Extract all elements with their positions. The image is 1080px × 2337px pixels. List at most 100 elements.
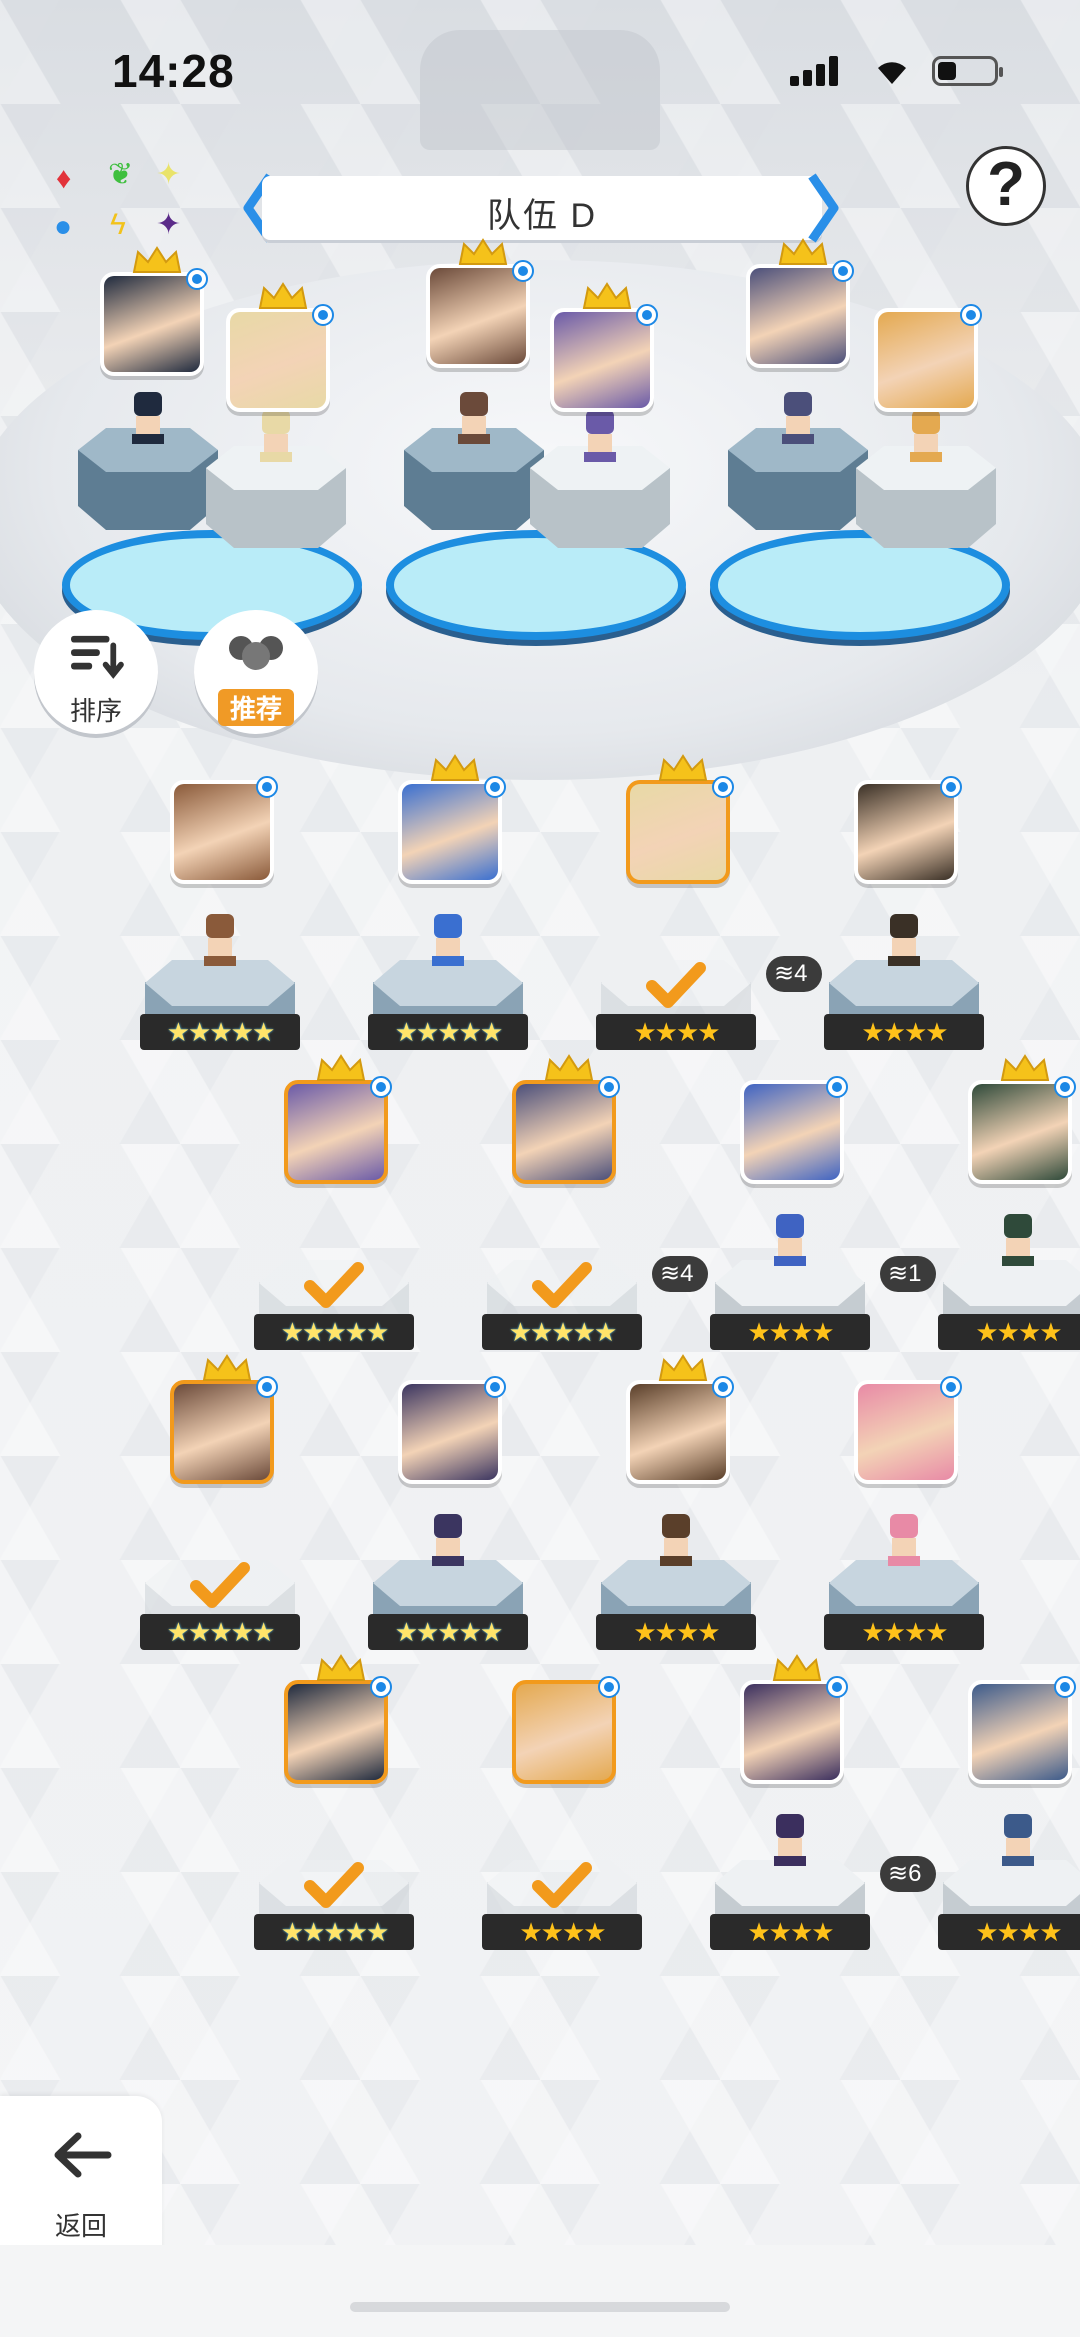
character-portrait[interactable] xyxy=(170,1354,278,1484)
portrait-face xyxy=(858,784,954,880)
recommend-label: 推荐 xyxy=(218,689,294,726)
portrait-face xyxy=(972,1084,1068,1180)
element-badge-icon xyxy=(960,304,982,326)
back-label: 返回 xyxy=(54,2211,107,2241)
bottom-bar xyxy=(0,2245,1080,2337)
check-icon xyxy=(646,960,706,1010)
next-team-arrow[interactable] xyxy=(802,172,842,244)
portrait-face xyxy=(744,1084,840,1180)
duplicate-count-badge: ≋1 xyxy=(880,1256,936,1292)
star-rating: ★★★★★ xyxy=(140,1614,300,1650)
wind-icon: ❦ xyxy=(108,158,134,191)
character-portrait[interactable] xyxy=(284,1054,392,1184)
portrait-face xyxy=(554,312,650,408)
character-portrait[interactable] xyxy=(398,1376,506,1484)
character-portrait[interactable] xyxy=(740,1654,848,1784)
portrait-face xyxy=(972,1684,1068,1780)
character-portrait[interactable] xyxy=(854,776,962,884)
sort-button[interactable]: 排序 xyxy=(34,610,158,734)
element-badge-icon xyxy=(940,1376,962,1398)
character-portrait[interactable] xyxy=(740,1076,848,1184)
star-rating: ★★★★ xyxy=(596,1614,756,1650)
team-group-icon xyxy=(229,636,283,670)
team-selector: 队伍 D xyxy=(262,176,822,240)
element-badge-icon xyxy=(826,1076,848,1098)
star-rating: ★★★★★ xyxy=(368,1614,528,1650)
portrait-face xyxy=(288,1084,384,1180)
water-icon: ● xyxy=(54,210,73,243)
element-badge-icon xyxy=(312,304,334,326)
element-badge-icon xyxy=(370,1676,392,1698)
character-portrait[interactable] xyxy=(512,1054,620,1184)
element-badge-icon xyxy=(1054,1676,1076,1698)
star-rating: ★★★★ xyxy=(824,1614,984,1650)
crown-icon xyxy=(258,282,308,310)
star-rating: ★★★★ xyxy=(938,1314,1080,1350)
check-icon xyxy=(532,1260,592,1310)
character-portrait[interactable] xyxy=(226,282,334,412)
star-rating: ★★★★ xyxy=(710,1914,870,1950)
character-portrait[interactable] xyxy=(968,1054,1076,1184)
fire-icon: ♦ xyxy=(56,162,72,195)
star-rating: ★★★★★ xyxy=(140,1014,300,1050)
character-sprite xyxy=(760,1210,820,1270)
portrait-face xyxy=(516,1084,612,1180)
check-icon xyxy=(304,1260,364,1310)
character-portrait[interactable] xyxy=(968,1676,1076,1784)
duplicate-count-badge: ≋4 xyxy=(766,956,822,992)
star-rating: ★★★★ xyxy=(596,1014,756,1050)
portrait-face xyxy=(402,1384,498,1480)
lightning-icon: ϟ xyxy=(110,208,126,241)
element-badge-icon xyxy=(598,1076,620,1098)
back-button[interactable]: 返回 xyxy=(0,2096,162,2256)
status-bar: 14:28 xyxy=(0,0,1080,130)
element-badge-icon xyxy=(186,268,208,290)
character-portrait[interactable] xyxy=(874,304,982,412)
portrait-face xyxy=(630,784,726,880)
character-sprite xyxy=(874,1510,934,1570)
check-icon xyxy=(304,1860,364,1910)
character-portrait[interactable] xyxy=(512,1676,620,1784)
team-title: 队伍 D xyxy=(487,197,597,235)
element-badge-icon xyxy=(370,1076,392,1098)
character-portrait[interactable] xyxy=(398,754,506,884)
back-arrow-icon xyxy=(54,2132,112,2178)
star-rating: ★★★★ xyxy=(938,1914,1080,1950)
crown-icon xyxy=(778,238,828,266)
character-sprite xyxy=(418,1510,478,1570)
character-portrait[interactable] xyxy=(170,776,278,884)
character-sprite xyxy=(768,388,828,448)
star-rating: ★★★★★ xyxy=(254,1914,414,1950)
character-portrait[interactable] xyxy=(426,238,534,368)
portrait-face xyxy=(630,1384,726,1480)
character-sprite xyxy=(646,1510,706,1570)
check-icon xyxy=(532,1860,592,1910)
element-chart[interactable]: ♦ ❦ ✦ ● ϟ ✦ xyxy=(52,160,192,250)
crown-icon xyxy=(430,754,480,782)
character-portrait[interactable] xyxy=(284,1654,392,1784)
character-portrait[interactable] xyxy=(550,282,658,412)
character-portrait[interactable] xyxy=(626,1354,734,1484)
character-sprite xyxy=(246,406,306,466)
portrait-face xyxy=(174,784,270,880)
crown-icon xyxy=(316,1054,366,1082)
recommend-button[interactable]: 推荐 xyxy=(194,610,318,734)
crown-icon xyxy=(132,246,182,274)
character-portrait[interactable] xyxy=(746,238,854,368)
home-indicator xyxy=(350,2302,730,2312)
star-rating: ★★★★ xyxy=(710,1314,870,1350)
wifi-icon xyxy=(872,52,912,86)
character-portrait[interactable] xyxy=(626,754,734,884)
portrait-face xyxy=(878,312,974,408)
character-sprite xyxy=(760,1810,820,1870)
portrait-face xyxy=(858,1384,954,1480)
crown-icon xyxy=(582,282,632,310)
character-sprite xyxy=(418,910,478,970)
star-rating: ★★★★ xyxy=(482,1914,642,1950)
character-portrait[interactable] xyxy=(100,246,208,376)
help-button[interactable]: ? xyxy=(966,146,1046,226)
star-rating: ★★★★ xyxy=(824,1014,984,1050)
character-portrait[interactable] xyxy=(854,1376,962,1484)
character-sprite xyxy=(190,910,250,970)
portrait-face xyxy=(402,784,498,880)
